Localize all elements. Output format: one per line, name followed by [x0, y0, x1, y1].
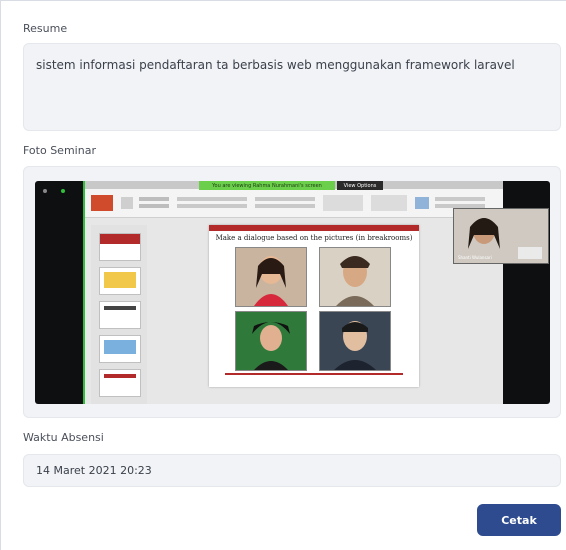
slide-photo-4 [319, 311, 391, 371]
attendance-time-label: Waktu Absensi [23, 431, 104, 444]
print-button[interactable]: Cetak [477, 504, 561, 536]
slide-title: Make a dialogue based on the pictures (i… [215, 234, 413, 242]
slide-photo-3 [235, 311, 307, 371]
participant-name: Shanti Wulansari [458, 255, 492, 260]
view-options-button: View Options [337, 181, 383, 190]
attendance-time-value: 14 Maret 2021 20:23 [36, 464, 152, 477]
participant-video: Shanti Wulansari [453, 208, 549, 264]
presence-detail-page: Resume sistem informasi pendaftaran ta b… [0, 0, 566, 550]
current-slide: Make a dialogue based on the pictures (i… [209, 225, 419, 387]
window-controls-icon [43, 189, 65, 193]
resume-value: sistem informasi pendaftaran ta berbasis… [36, 58, 515, 72]
photo-container: You are viewing Rahma Nurahmani's screen… [23, 166, 561, 418]
seminar-photo: You are viewing Rahma Nurahmani's screen… [35, 181, 550, 404]
slide-photo-1 [235, 247, 307, 307]
resume-label: Resume [23, 22, 68, 35]
shared-presentation: You are viewing Rahma Nurahmani's screen… [85, 181, 503, 404]
photo-label: Foto Seminar [23, 144, 96, 157]
resume-field: sistem informasi pendaftaran ta berbasis… [23, 43, 561, 131]
slide-photo-2 [319, 247, 391, 307]
attendance-time-field: 14 Maret 2021 20:23 [23, 454, 561, 487]
slide-thumbnails [91, 225, 147, 404]
viewing-banner: You are viewing Rahma Nurahmani's screen [199, 181, 335, 190]
